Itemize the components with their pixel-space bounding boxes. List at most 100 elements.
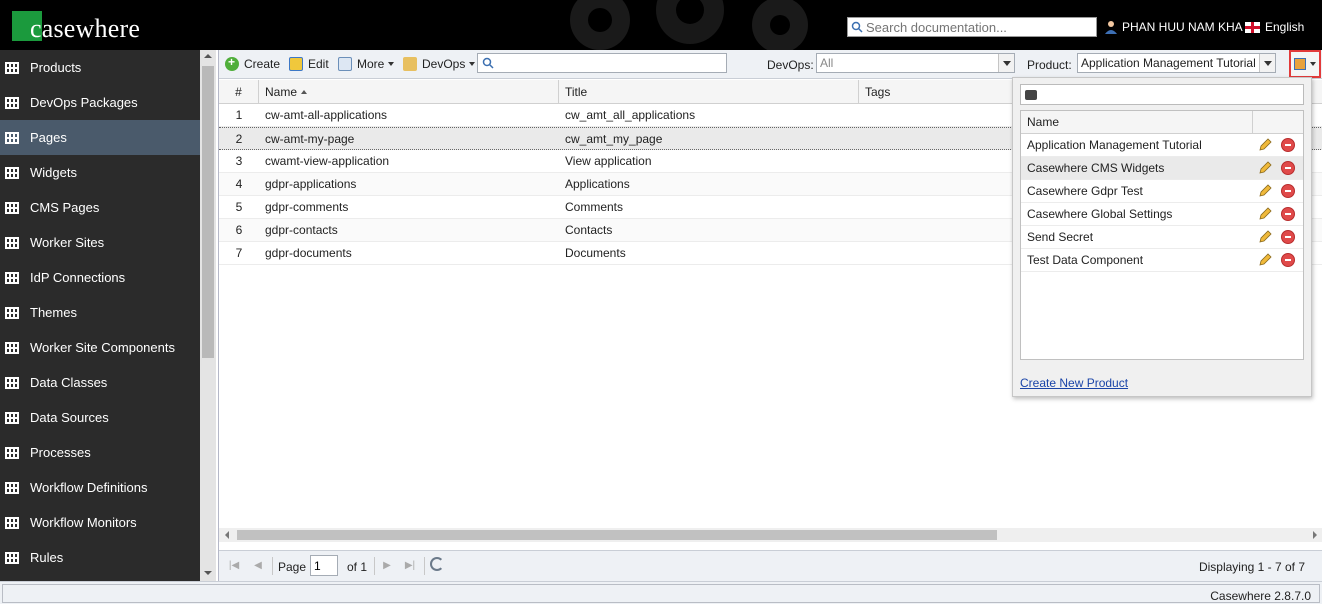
sidebar-item-products[interactable]: Products [0,50,216,85]
sidebar-item-label: Themes [30,305,77,320]
grid-icon [5,271,19,284]
grid-icon [5,166,19,179]
add-icon [225,55,239,71]
chevron-down-icon [469,62,476,66]
status-bar: Casewhere 2.8.7.0 [0,581,1322,604]
edit-button[interactable]: Edit [289,55,329,73]
row-name: gdpr-contacts [265,223,338,237]
sidebar-item-themes[interactable]: Themes [0,295,216,330]
row-number: 7 [235,246,243,260]
sidebar-item-label: Data Classes [30,375,108,390]
casewhere-logo[interactable]: casewhere [12,11,140,43]
product-name: Application Management Tutorial [1027,138,1202,152]
search-icon [851,21,863,33]
delete-icon[interactable] [1281,184,1295,198]
grid-icon [5,551,19,564]
product-list-item[interactable]: Casewhere CMS Widgets [1021,157,1303,180]
gears-decoration-icon [570,0,808,50]
sidebar-item-idp-connections[interactable]: IdP Connections [0,260,216,295]
pencil-icon[interactable] [1257,183,1273,199]
sidebar-item-processes[interactable]: Processes [0,435,216,470]
create-new-product-link[interactable]: Create New Product [1020,376,1128,390]
row-title: View application [565,154,652,168]
product-list-item[interactable]: Casewhere Gdpr Test [1021,180,1303,203]
chevron-down-icon[interactable] [998,54,1014,72]
product-name: Test Data Component [1027,253,1144,267]
column-header-title[interactable]: Title [559,80,859,104]
language-selector[interactable]: English [1245,20,1304,34]
row-number: 1 [235,108,243,122]
sidebar-item-workflow-monitors[interactable]: Workflow Monitors [0,505,216,540]
sidebar-item-workflow-definitions[interactable]: Workflow Definitions [0,470,216,505]
scroll-down-icon[interactable] [204,571,212,575]
column-header-name[interactable]: Name [259,80,559,104]
delete-icon[interactable] [1281,253,1295,267]
column-header-number[interactable]: # [219,80,259,104]
chevron-down-icon[interactable] [1259,54,1275,72]
delete-icon[interactable] [1281,138,1295,152]
language-name: English [1265,20,1305,34]
scroll-up-icon[interactable] [204,54,212,58]
product-list-item[interactable]: Casewhere Global Settings [1021,203,1303,226]
sidebar-item-label: Worker Sites [30,235,105,250]
product-column-name[interactable]: Name [1021,111,1253,133]
more-icon [338,57,352,71]
grid-icon [5,61,19,74]
grid-icon [5,446,19,459]
product-list-item[interactable]: Test Data Component [1021,249,1303,272]
grid-horizontal-scrollbar[interactable] [219,528,1322,542]
edit-icon [289,57,303,71]
horizontal-scroll-thumb[interactable] [237,530,997,540]
sidebar-item-data-classes[interactable]: Data Classes [0,365,216,400]
page-number-input[interactable] [310,555,338,576]
product-picker-button[interactable] [1289,50,1321,78]
devops-button[interactable]: DevOps [403,55,476,73]
pencil-icon[interactable] [1257,229,1273,245]
sidebar-scroll-thumb[interactable] [202,66,214,358]
sidebar-item-pages[interactable]: Pages [0,120,216,155]
sidebar-item-cms-pages[interactable]: CMS Pages [0,190,216,225]
sidebar-item-rules[interactable]: Rules [0,540,216,575]
last-page-icon[interactable]: ▶| [403,560,417,572]
row-name: cw-amt-all-applications [265,108,388,122]
documentation-search-input[interactable] [866,19,1086,35]
grid-search-input[interactable] [498,56,718,70]
product-list-item[interactable]: Application Management Tutorial [1021,134,1303,157]
refresh-icon[interactable] [430,557,444,571]
product-list-item[interactable]: Send Secret [1021,226,1303,249]
documentation-search-box[interactable] [847,17,1097,37]
sidebar-item-worker-site-components[interactable]: Worker Site Components [0,330,216,365]
england-flag-icon [1245,21,1260,33]
product-search-box[interactable] [1020,84,1304,105]
pencil-icon[interactable] [1257,206,1273,222]
pencil-icon[interactable] [1257,160,1273,176]
product-select[interactable]: Application Management Tutorial [1077,53,1276,73]
delete-icon[interactable] [1281,230,1295,244]
delete-icon[interactable] [1281,207,1295,221]
row-title: cw_amt_all_applications [565,108,696,122]
sort-ascending-icon [301,90,308,94]
devops-filter-select[interactable]: All [816,53,1015,73]
user-name: PHAN HUU NAM KHA [1122,20,1243,34]
product-list-header: Name [1021,111,1303,134]
sidebar-item-data-sources[interactable]: Data Sources [0,400,216,435]
sidebar-scrollbar[interactable] [200,50,216,581]
previous-page-icon[interactable]: ◀ [251,560,265,572]
scroll-right-icon[interactable] [1313,531,1317,539]
sidebar-item-worker-sites[interactable]: Worker Sites [0,225,216,260]
sidebar-item-devops-packages[interactable]: DevOps Packages [0,85,216,120]
sidebar-item-widgets[interactable]: Widgets [0,155,216,190]
user-menu[interactable]: PHAN HUU NAM KHA [1104,20,1243,34]
scroll-left-icon[interactable] [225,531,229,539]
delete-icon[interactable] [1281,161,1295,175]
pencil-icon[interactable] [1257,252,1273,268]
product-label: Product: [1027,58,1072,72]
grid-search-box[interactable] [477,53,727,73]
more-button[interactable]: More [338,55,395,73]
first-page-icon[interactable]: |◀ [227,560,241,572]
next-page-icon[interactable]: ▶ [380,560,394,572]
more-label: More [357,57,385,71]
create-button[interactable]: Create [225,55,280,73]
pencil-icon[interactable] [1257,137,1273,153]
product-search-input[interactable] [1041,87,1291,102]
